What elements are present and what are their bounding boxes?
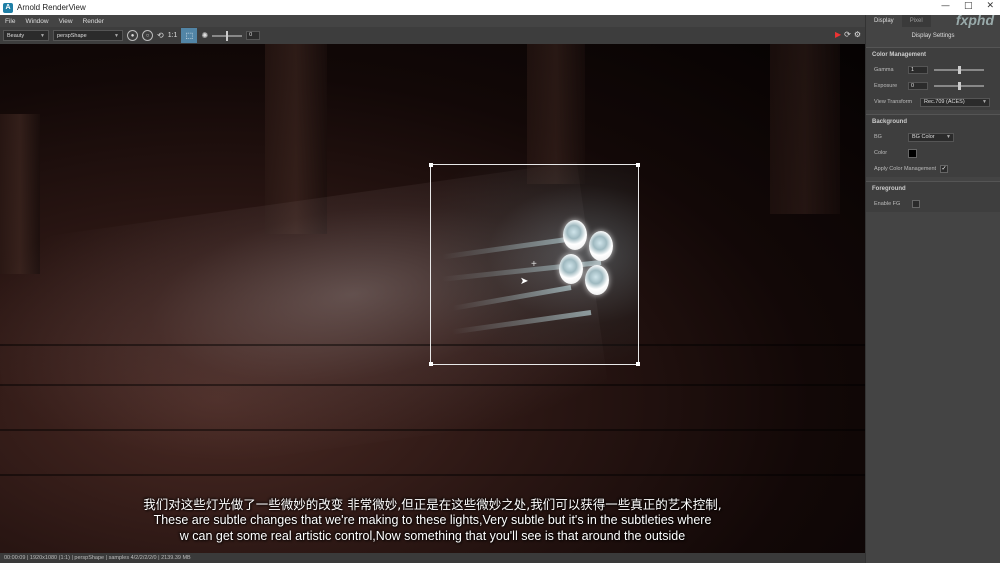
floor-plank-line	[0, 429, 865, 431]
menu-render[interactable]: Render	[83, 18, 104, 25]
fxphd-watermark: fxphd	[955, 12, 994, 28]
maximize-button[interactable]: □	[964, 1, 973, 11]
enable-fg-checkbox[interactable]	[912, 200, 920, 208]
view-transform-dropdown[interactable]: Rec.709 (ACES) ▼	[920, 97, 990, 107]
floor-plank-line	[0, 384, 865, 386]
render-region-icon[interactable]: ●	[127, 30, 138, 41]
window-controls: — □ ✕	[941, 1, 994, 11]
mouse-cursor-icon: ➤	[520, 276, 529, 287]
exposure-label: Exposure	[874, 83, 898, 89]
arnold-app-icon: A	[3, 2, 13, 13]
window-title: Arnold RenderView	[17, 3, 86, 12]
bg-label: BG	[874, 134, 882, 140]
section-heading[interactable]: Foreground	[866, 182, 1000, 196]
exposure-value-slider[interactable]	[934, 82, 984, 90]
close-button[interactable]: ✕	[986, 1, 994, 11]
refresh-render-icon[interactable]: ⟳	[844, 30, 851, 39]
exposure-field[interactable]: 0	[246, 31, 261, 40]
light-ray	[452, 310, 592, 335]
gamma-slider[interactable]	[934, 66, 984, 74]
exposure-value-field[interactable]: 0	[908, 82, 928, 90]
settings-gear-icon[interactable]: ⚙	[854, 30, 861, 39]
refresh-icon[interactable]: ⟲	[157, 31, 164, 40]
spotlight-bulb	[585, 265, 609, 295]
tab-display[interactable]: Display	[866, 15, 902, 27]
status-bar: 00:00:09 | 1920x1080 (1:1) | perspShape …	[0, 553, 865, 563]
section-heading[interactable]: Background	[866, 115, 1000, 129]
gamma-slider-knob[interactable]	[957, 66, 961, 74]
minimize-button[interactable]: —	[941, 1, 950, 11]
ratio-button[interactable]: 1:1	[168, 32, 178, 39]
view-transform-row: View Transform Rec.709 (ACES) ▼	[866, 94, 1000, 110]
gamma-field[interactable]: 1	[908, 66, 928, 74]
gamma-row: Gamma 1	[866, 62, 1000, 78]
subtitle-chinese: 我们对这些灯光做了一些微妙的改变 非常微妙,但正是在这些微妙之处,我们可以获得一…	[143, 497, 722, 512]
camera-dropdown-value: perspShape	[57, 32, 87, 39]
view-transform-value: Rec.709 (ACES)	[924, 98, 965, 105]
menu-window[interactable]: Window	[25, 18, 48, 25]
menu-file[interactable]: File	[5, 18, 15, 25]
section-heading[interactable]: Color Management	[866, 48, 1000, 62]
bg-row: BG BG Color ▼	[866, 129, 1000, 145]
chevron-down-icon: ▼	[946, 133, 951, 140]
floor-plank-line	[0, 474, 865, 476]
subtitle-english-line-2: w can get some real artistic control,Now…	[179, 529, 686, 543]
color-management-section: Color Management Gamma 1 Exposure 0 View…	[866, 47, 1000, 110]
background-section: Background BG BG Color ▼ Color Apply Col…	[866, 114, 1000, 177]
exposure-slider-knob[interactable]	[957, 82, 961, 90]
menu-bar: File Window View Render	[0, 15, 865, 27]
menu-view[interactable]: View	[59, 18, 73, 25]
enable-fg-row: Enable FG	[866, 196, 1000, 212]
apply-color-management-row: Apply Color Management ✓	[866, 161, 1000, 177]
subtitle-english-line-1: These are subtle changes that we're maki…	[153, 513, 712, 527]
bg-color-row: Color	[866, 145, 1000, 161]
aov-dropdown-value: Beauty	[7, 32, 25, 39]
gamma-label: Gamma	[874, 67, 894, 73]
panel-title: Display Settings	[911, 33, 955, 39]
video-subtitles: 我们对这些灯光做了一些微妙的改变 非常微妙,但正是在这些微妙之处,我们可以获得一…	[0, 497, 865, 544]
bg-dropdown[interactable]: BG Color ▼	[908, 132, 954, 142]
background-post	[770, 44, 840, 214]
apply-color-management-checkbox[interactable]: ✓	[940, 165, 949, 173]
snapshot-icon[interactable]: ○	[142, 30, 153, 41]
exposure-icon: ✺	[201, 31, 209, 40]
region-handle[interactable]	[636, 362, 640, 366]
tab-pixel[interactable]: Pixel	[901, 15, 931, 27]
region-handle[interactable]	[429, 362, 433, 366]
title-bar: A Arnold RenderView — □ ✕	[0, 0, 1000, 15]
start-render-icon[interactable]: ▶	[835, 30, 841, 39]
light-ray	[452, 285, 572, 311]
exposure-slider-knob[interactable]	[226, 30, 229, 41]
display-settings-panel: Display Pixel fxphd Display Settings Col…	[865, 12, 1000, 563]
spotlight-bulb	[563, 220, 587, 250]
bg-dropdown-value: BG Color	[912, 133, 935, 140]
spotlight-bulb	[589, 231, 613, 261]
spotlight-bulb	[559, 254, 583, 284]
crosshair-icon: +	[531, 259, 537, 270]
camera-dropdown[interactable]: perspShape ▼	[53, 30, 123, 41]
toolbar-right-group: ▶ ⟳ ⚙	[835, 30, 861, 39]
region-handle[interactable]	[429, 163, 433, 167]
bg-color-label: Color	[874, 150, 888, 156]
enable-fg-label: Enable FG	[874, 201, 901, 207]
region-handle[interactable]	[636, 163, 640, 167]
chevron-down-icon: ▼	[982, 98, 987, 105]
light-ray	[442, 235, 582, 260]
aov-dropdown[interactable]: Beauty ▼	[3, 30, 49, 41]
exposure-slider[interactable]	[212, 30, 243, 41]
apply-color-management-label: Apply Color Management	[874, 166, 937, 172]
foreground-section: Foreground Enable FG	[866, 181, 1000, 212]
exposure-row: Exposure 0	[866, 78, 1000, 94]
chevron-down-icon: ▼	[114, 32, 119, 39]
render-toolbar: Beauty ▼ perspShape ▼ ● ○ ⟲ 1:1 ⬚ ✺ 0 ▶ …	[0, 27, 865, 44]
bg-color-swatch[interactable]	[908, 148, 917, 158]
view-transform-label: View Transform	[874, 99, 913, 105]
render-viewport[interactable]: + ➤	[0, 44, 865, 553]
chevron-down-icon: ▼	[40, 32, 45, 39]
crop-region-button[interactable]: ⬚	[181, 28, 198, 43]
